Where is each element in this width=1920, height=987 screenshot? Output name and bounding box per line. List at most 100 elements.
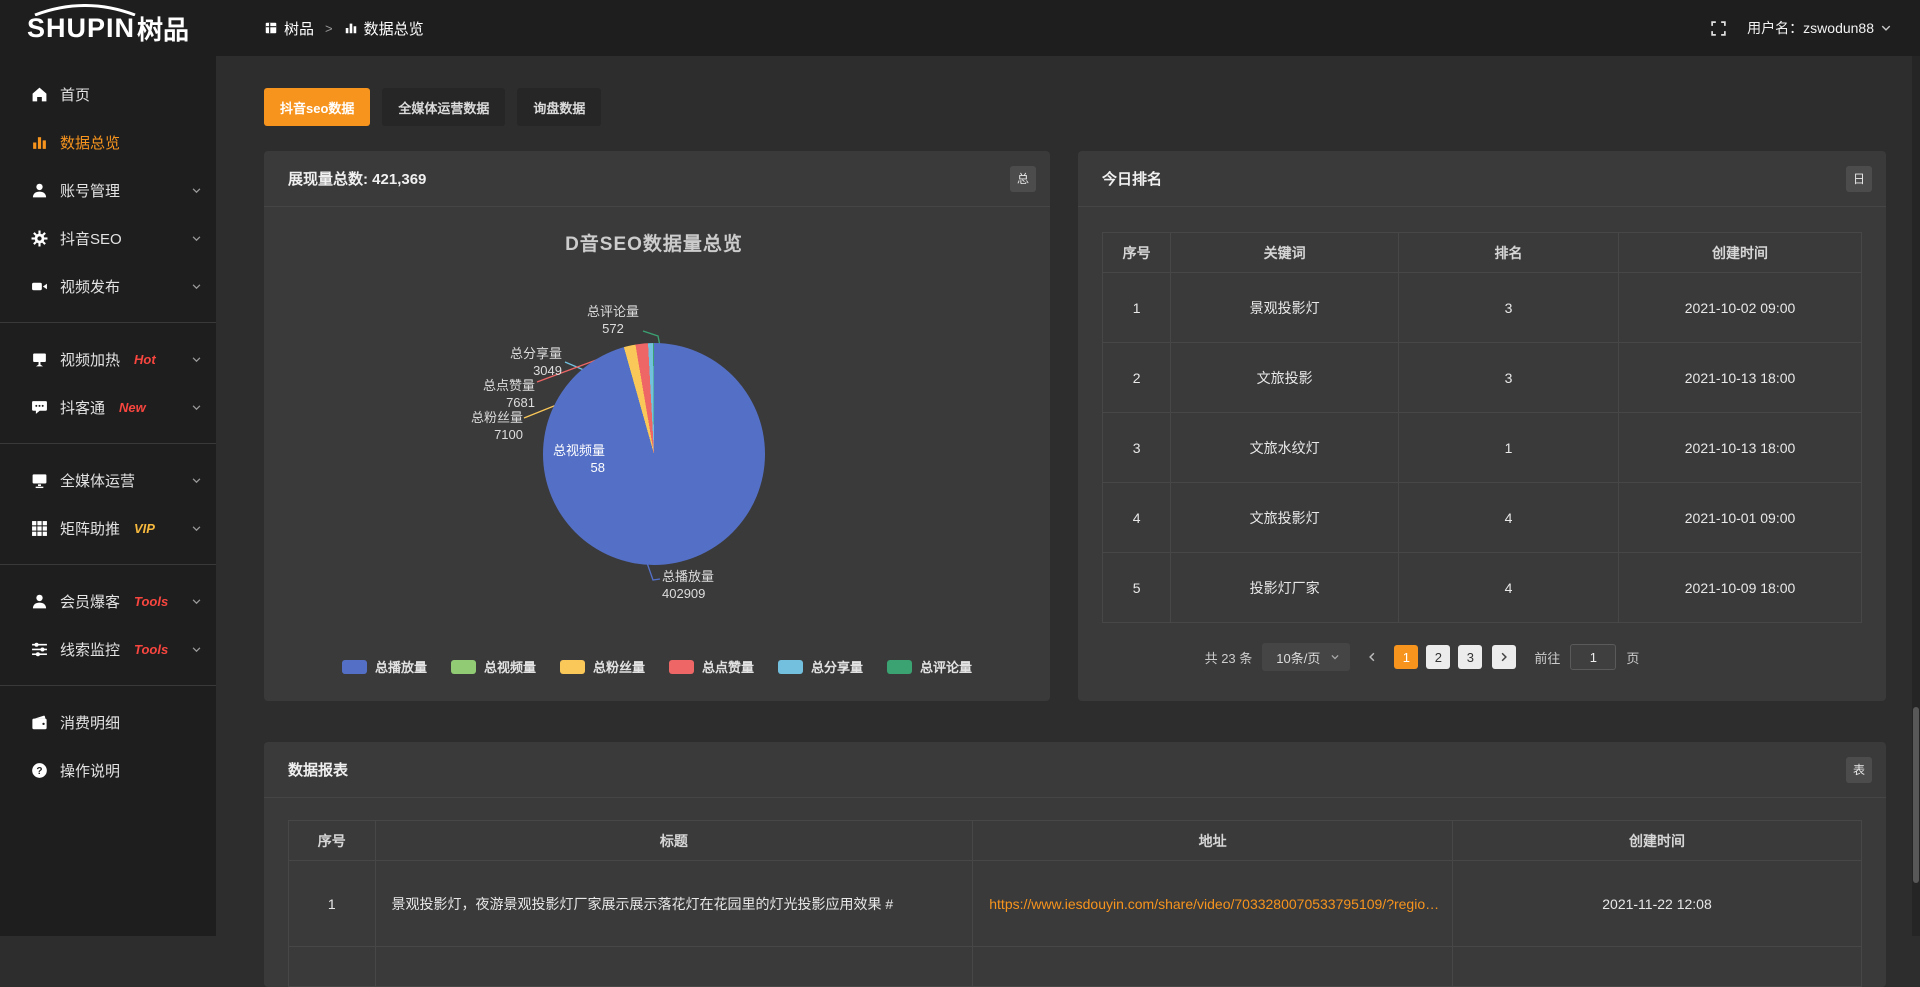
table-cell-time: 2021-11-22 12:08 [1453, 861, 1862, 947]
sidebar-item-label: 矩阵助推 [60, 518, 120, 539]
column-header: 排名 [1398, 233, 1618, 273]
grid-square-icon [264, 21, 278, 35]
scrollbar-thumb[interactable] [1913, 707, 1919, 883]
ranking-table: 序号关键词排名创建时间 1景观投影灯32021-10-02 09:002文旅投影… [1102, 232, 1862, 623]
legend-item-总粉丝量[interactable]: 总粉丝量 [560, 657, 645, 676]
page-button-3[interactable]: 3 [1458, 645, 1482, 669]
table-cell: 文旅水纹灯 [1171, 413, 1399, 483]
sidebar-divider [0, 564, 216, 565]
sidebar-item-label: 账号管理 [60, 180, 120, 201]
table-cell: 5 [1103, 553, 1171, 623]
ranking-table-row: 1景观投影灯32021-10-02 09:00 [1103, 273, 1862, 343]
report-table-row: 1景观投影灯，夜游景观投影灯厂家展示展示落花灯在花园里的灯光投影应用效果 #ht… [289, 861, 1862, 947]
top-header: SHUPIN 树品 树品 > 数据总览 用户名：zswodun88 [0, 0, 1920, 56]
page-buttons: 123 [1394, 645, 1482, 669]
legend-label: 总评论量 [920, 657, 972, 676]
legend-item-总点赞量[interactable]: 总点赞量 [669, 657, 754, 676]
sidebar-divider [0, 443, 216, 444]
sidebar-badge-tools: Tools [134, 642, 168, 657]
sidebar-badge-hot: Hot [134, 352, 156, 367]
sidebar-badge-tools: Tools [134, 594, 168, 609]
sidebar-item-help[interactable]: ? 操作说明 [0, 746, 216, 794]
sidebar-item-expense[interactable]: 消费明细 [0, 698, 216, 746]
sidebar-item-douyin-seo[interactable]: 抖音SEO [0, 214, 216, 262]
table-cell: 3 [1103, 413, 1171, 483]
table-cell: 4 [1103, 483, 1171, 553]
legend-label: 总粉丝量 [593, 657, 645, 676]
table-cell: 2 [1103, 343, 1171, 413]
main-content: 抖音seo数据全媒体运营数据询盘数据 展现量总数: 421,369 总 D音SE… [216, 56, 1920, 936]
tab-抖音seo数据[interactable]: 抖音seo数据 [264, 88, 370, 126]
pie-label-likes: 总点赞量7681 [483, 377, 535, 411]
table-cell: 文旅投影灯 [1171, 483, 1399, 553]
sidebar-item-member[interactable]: 会员爆客 Tools [0, 577, 216, 625]
chevron-down-icon [191, 402, 202, 413]
chart-title: D音SEO数据量总览 [264, 229, 1044, 256]
page-button-1[interactable]: 1 [1394, 645, 1418, 669]
breadcrumb-item-home[interactable]: 树品 [264, 18, 314, 39]
ranking-table-row: 2文旅投影32021-10-13 18:00 [1103, 343, 1862, 413]
tab-全媒体运营数据[interactable]: 全媒体运营数据 [382, 88, 505, 126]
next-page-button[interactable] [1492, 645, 1516, 669]
legend-item-总播放量[interactable]: 总播放量 [342, 657, 427, 676]
table-cell [375, 947, 973, 987]
tab-询盘数据[interactable]: 询盘数据 [517, 88, 601, 126]
media-icon [30, 471, 48, 489]
ranking-table-row: 4文旅投影灯42021-10-01 09:00 [1103, 483, 1862, 553]
chart-icon [30, 133, 48, 151]
page-size-select[interactable]: 10条/页 [1262, 643, 1350, 671]
fullscreen-icon[interactable] [1710, 20, 1727, 37]
sidebar-item-label: 线索监控 [60, 639, 120, 660]
total-badge-button[interactable]: 总 [1010, 166, 1036, 192]
legend-label: 总分享量 [811, 657, 863, 676]
logo-arc [29, 4, 141, 16]
sidebar-item-label: 消费明细 [60, 712, 120, 733]
sidebar-item-media-operation[interactable]: 全媒体运营 [0, 456, 216, 504]
legend-item-总分享量[interactable]: 总分享量 [778, 657, 863, 676]
table-cell: 2021-10-13 18:00 [1619, 343, 1862, 413]
chevron-right-icon [1498, 651, 1510, 663]
video-url-link[interactable]: https://www.iesdouyin.com/share/video/70… [973, 861, 1453, 947]
legend-item-总评论量[interactable]: 总评论量 [887, 657, 972, 676]
table-cell: 文旅投影 [1171, 343, 1399, 413]
ranking-panel-title: 今日排名 [1102, 168, 1162, 189]
sidebar-item-account[interactable]: 账号管理 [0, 166, 216, 214]
svg-text:?: ? [36, 765, 42, 776]
sidebar-item-home[interactable]: 首页 [0, 70, 216, 118]
sidebar-item-clue-monitor[interactable]: 线索监控 Tools [0, 625, 216, 673]
sidebar-item-overview[interactable]: 数据总览 [0, 118, 216, 166]
table-cell: 2021-10-01 09:00 [1619, 483, 1862, 553]
video-icon [30, 277, 48, 295]
legend-label: 总视频量 [484, 657, 536, 676]
legend-label: 总播放量 [375, 657, 427, 676]
pagination: 共 23 条 10条/页 123 前往 页 [1102, 643, 1862, 671]
report-table: 序号标题地址创建时间 1景观投影灯，夜游景观投影灯厂家展示展示落花灯在花园里的灯… [288, 820, 1862, 987]
home-icon [30, 85, 48, 103]
report-table-header: 序号标题地址创建时间 [289, 821, 1862, 861]
scrollbar[interactable] [1912, 56, 1920, 936]
ranking-table-row: 5投影灯厂家42021-10-09 18:00 [1103, 553, 1862, 623]
chevron-down-icon [191, 596, 202, 607]
day-badge-button[interactable]: 日 [1846, 166, 1872, 192]
table-cell: 2021-10-09 18:00 [1619, 553, 1862, 623]
page-button-2[interactable]: 2 [1426, 645, 1450, 669]
column-header: 关键词 [1171, 233, 1399, 273]
breadcrumb-item-current[interactable]: 数据总览 [344, 18, 424, 39]
sidebar-item-matrix-boost[interactable]: 矩阵助推 VIP [0, 504, 216, 552]
sidebar-item-video-publish[interactable]: 视频发布 [0, 262, 216, 310]
table-badge-button[interactable]: 表 [1846, 757, 1872, 783]
chevron-down-icon [191, 281, 202, 292]
sidebar-nav: 首页 数据总览 账号管理 抖音SEO 视频发布 视频加热 Hot [0, 56, 216, 936]
gear-icon [30, 229, 48, 247]
goto-page-input[interactable] [1570, 644, 1616, 670]
pie-label-videos: 总视频量58 [553, 442, 605, 476]
legend-item-总视频量[interactable]: 总视频量 [451, 657, 536, 676]
sidebar-item-label: 数据总览 [60, 132, 120, 153]
legend-swatch [560, 660, 585, 674]
user-menu[interactable]: 用户名：zswodun88 [1747, 18, 1892, 38]
column-header: 标题 [375, 821, 973, 861]
sidebar-item-video-heat[interactable]: 视频加热 Hot [0, 335, 216, 383]
prev-page-button[interactable] [1360, 651, 1384, 663]
report-table-row-partial [289, 947, 1862, 987]
sidebar-item-douketong[interactable]: 抖客通 New [0, 383, 216, 431]
